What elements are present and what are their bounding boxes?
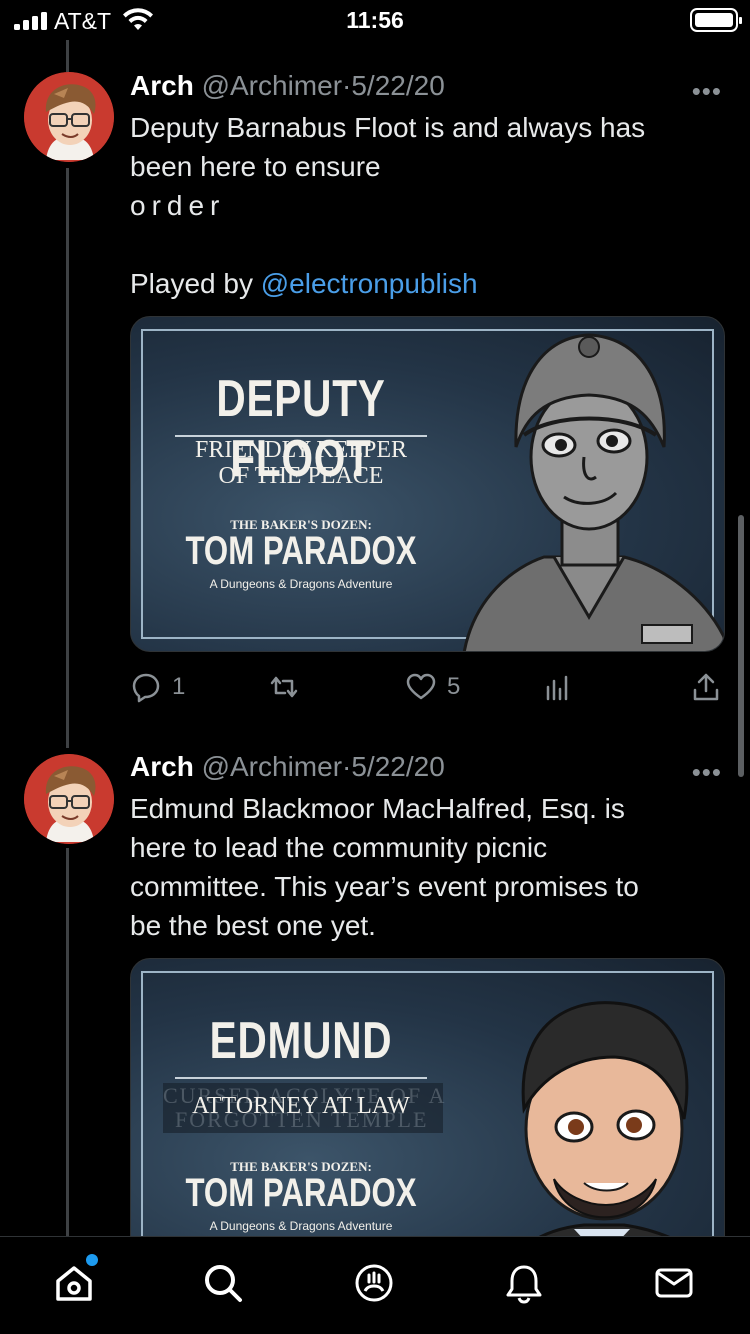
card-subtitle: ATTORNEY AT LAW xyxy=(192,1093,410,1119)
mention-link[interactable]: @electronpublish xyxy=(261,268,478,299)
scrollbar[interactable] xyxy=(738,515,744,777)
more-options-button[interactable]: ••• xyxy=(692,76,722,107)
tweet[interactable]: Arch @Archimer·5/22/20 ••• Edmund Blackm… xyxy=(0,740,750,1294)
share-button[interactable] xyxy=(690,670,722,704)
like-count: 5 xyxy=(447,673,461,700)
tweet-date[interactable]: 5/22/20 xyxy=(351,70,444,101)
tweet-text: Deputy Barnabus Floot is and always has … xyxy=(130,108,720,303)
search-icon xyxy=(205,1265,242,1302)
notifications-icon xyxy=(506,1265,542,1304)
tweet-date[interactable]: 5/22/20 xyxy=(351,751,444,782)
messages-icon xyxy=(655,1268,693,1298)
reply-count: 1 xyxy=(172,673,186,700)
tab-bar xyxy=(0,1236,750,1334)
tweet-text-line: committee. This year’s event promises to xyxy=(130,871,639,902)
separator: · xyxy=(342,70,352,101)
home-icon xyxy=(56,1266,92,1301)
tweet-text-line: Deputy Barnabus Floot is and always has xyxy=(130,112,646,143)
tab-messages[interactable] xyxy=(652,1261,696,1305)
card-tagline: A Dungeons & Dragons Adventure xyxy=(209,1219,393,1233)
retweet-icon xyxy=(270,676,298,698)
analytics-icon xyxy=(546,675,568,701)
user-handle[interactable]: @Archimer xyxy=(202,70,342,101)
tab-notifications[interactable] xyxy=(502,1261,546,1305)
display-name[interactable]: Arch xyxy=(130,751,194,782)
tweet[interactable]: Arch @Archimer·5/22/20 ••• Deputy Barnab… xyxy=(0,0,750,740)
tab-search[interactable] xyxy=(201,1261,245,1305)
share-icon xyxy=(693,673,719,701)
tweet-actions: 1 5 xyxy=(130,670,725,704)
tweet-header: Arch @Archimer·5/22/20 xyxy=(130,751,445,783)
card-logo-text: TOM PARADOX xyxy=(185,1171,417,1215)
tweet-text-line: been here to ensure xyxy=(130,151,381,182)
tweet-header: Arch @Archimer·5/22/20 xyxy=(130,70,445,102)
tweet-text-line: order xyxy=(130,190,226,221)
card-subtitle-line: FRIENDLY KEEPER xyxy=(194,437,408,463)
spaces-icon xyxy=(355,1264,393,1302)
retweet-button[interactable] xyxy=(268,670,300,704)
more-options-button[interactable]: ••• xyxy=(692,757,722,788)
card-tagline: A Dungeons & Dragons Adventure xyxy=(209,577,393,591)
views-button[interactable] xyxy=(542,670,574,704)
reply-icon xyxy=(132,673,160,703)
display-name[interactable]: Arch xyxy=(130,70,194,101)
card-subtitle-line: OF THE PEACE xyxy=(218,463,384,489)
tweet-text-line: here to lead the community picnic xyxy=(130,832,548,863)
tab-spaces[interactable] xyxy=(352,1261,396,1305)
tweet-text: Edmund Blackmoor MacHalfred, Esq. is her… xyxy=(130,789,720,945)
like-button[interactable]: 5 xyxy=(405,670,460,704)
user-handle[interactable]: @Archimer xyxy=(202,751,342,782)
tweet-image-card[interactable]: DEPUTY FLOOT FRIENDLY KEEPER OF THE PEAC… xyxy=(130,316,725,652)
avatar[interactable] xyxy=(24,72,114,162)
avatar[interactable] xyxy=(24,754,114,844)
separator: · xyxy=(342,751,352,782)
reply-button[interactable]: 1 xyxy=(130,670,185,704)
card-divider xyxy=(175,1077,427,1079)
heart-icon xyxy=(406,673,436,700)
card-title: EDMUND xyxy=(209,1012,393,1070)
card-subtitle: FRIENDLY KEEPER OF THE PEACE xyxy=(131,437,471,489)
card-logo-text: TOM PARADOX xyxy=(185,529,417,573)
tweet-text-line: Played by xyxy=(130,268,261,299)
tab-home[interactable] xyxy=(52,1261,96,1305)
tweet-text-line: Edmund Blackmoor MacHalfred, Esq. is xyxy=(130,793,625,824)
tweet-text-line: be the best one yet. xyxy=(130,910,376,941)
new-content-indicator xyxy=(86,1254,98,1266)
